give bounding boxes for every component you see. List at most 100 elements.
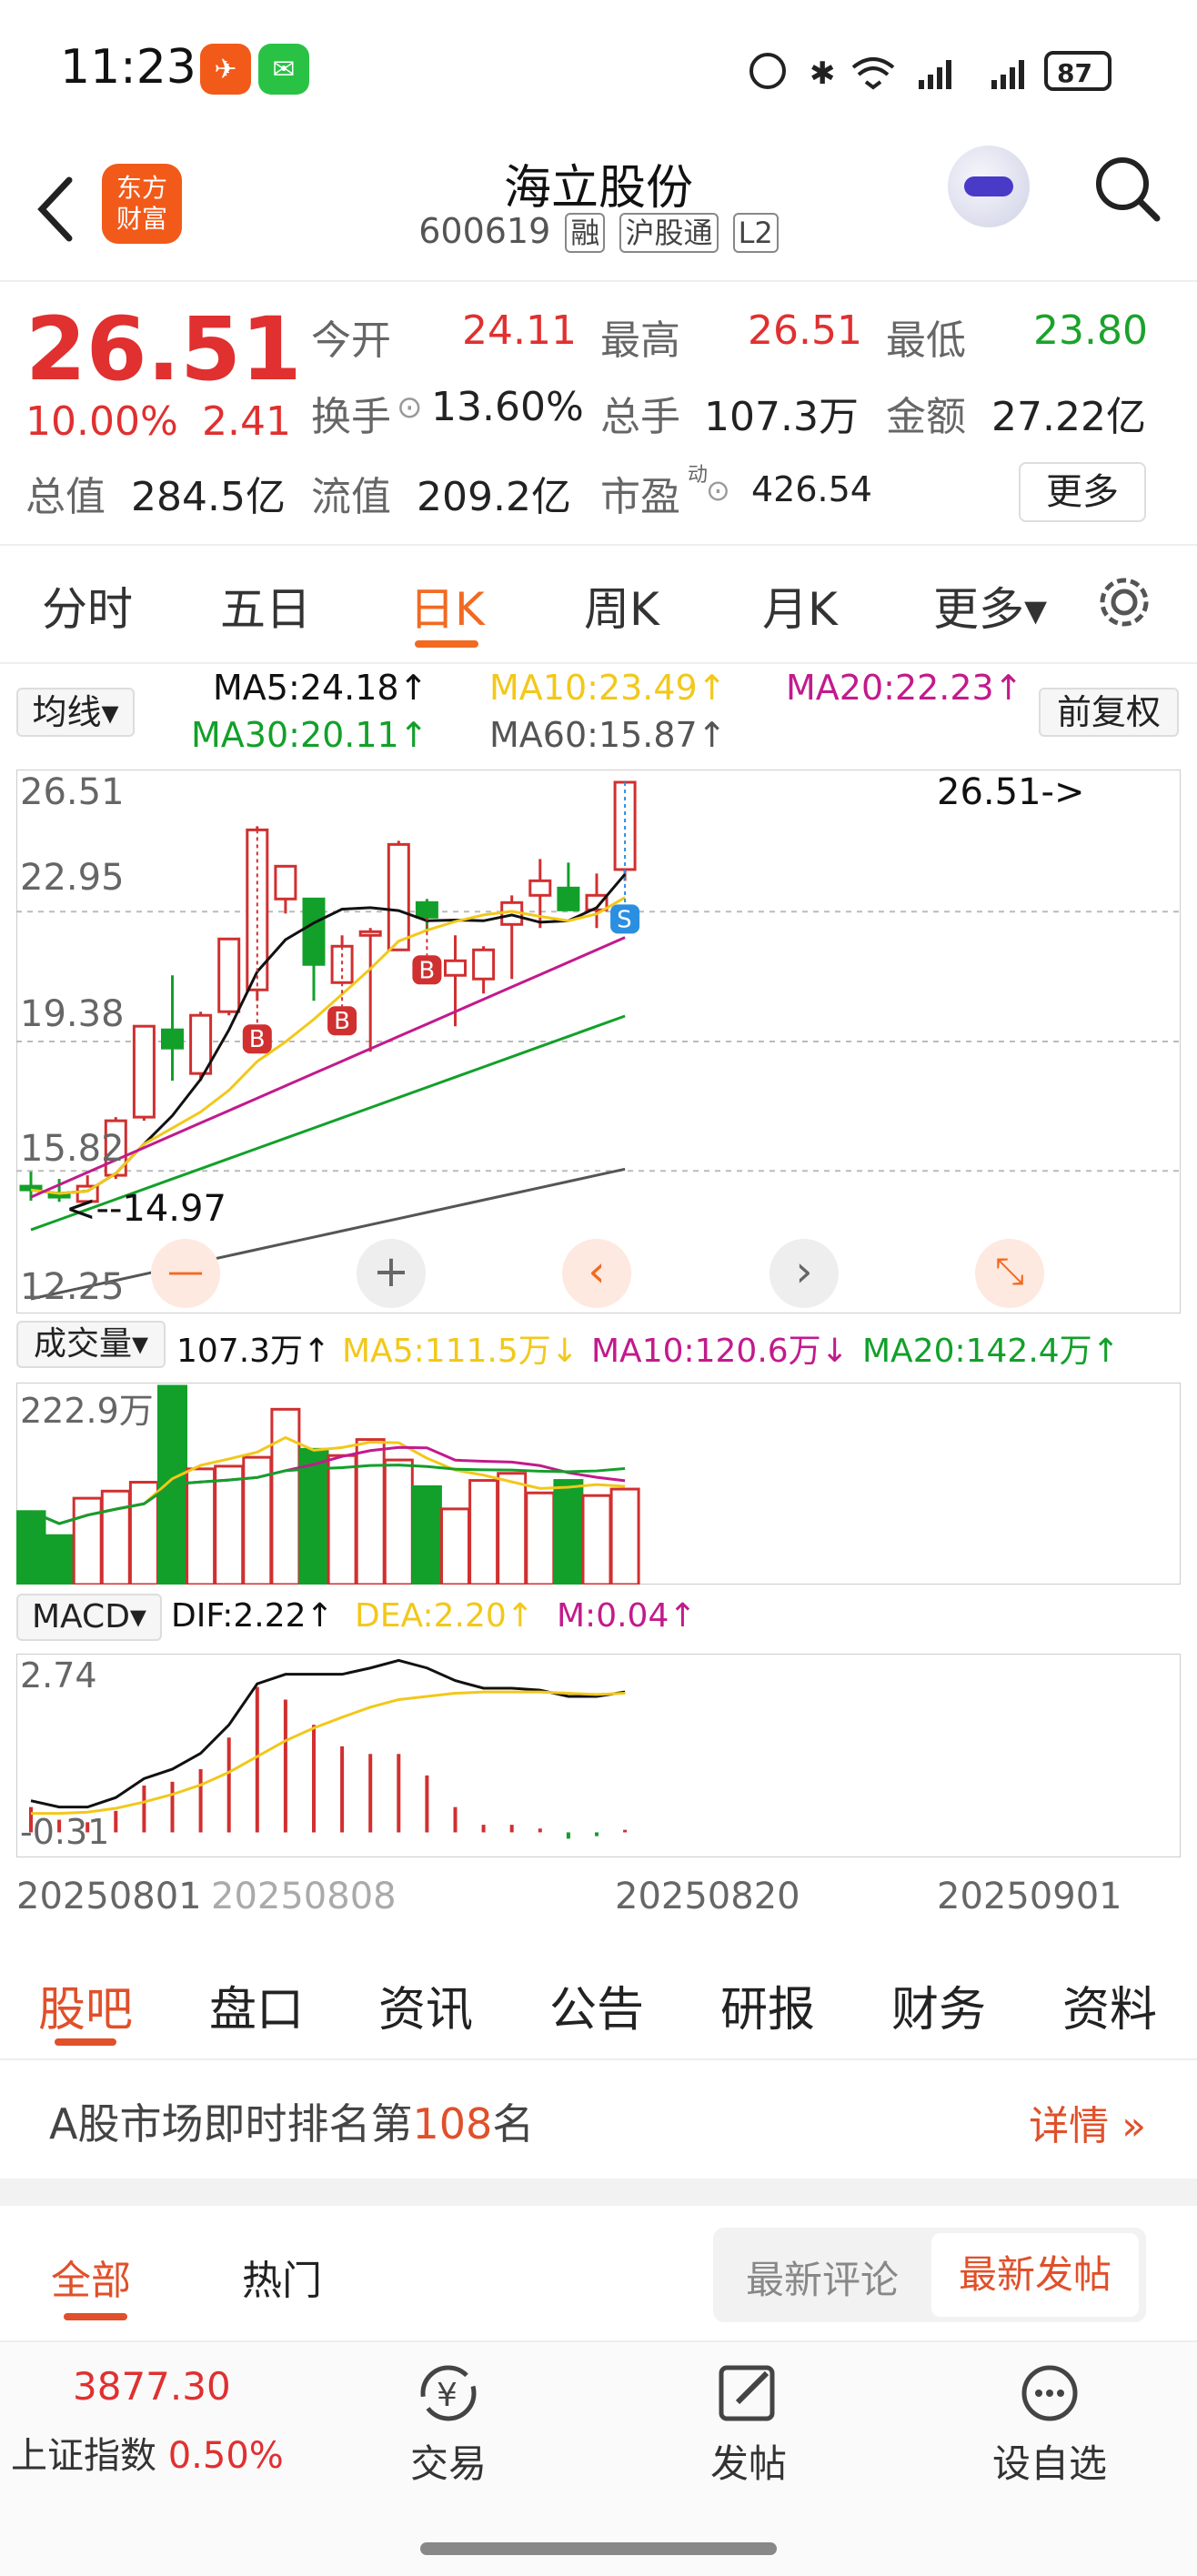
rank-detail-link[interactable]: 详情 » [1029, 2093, 1146, 2151]
candle-body [274, 864, 297, 901]
feed-tab-hot[interactable]: 热门 [242, 2248, 322, 2306]
kline-plot[interactable]: B B B S [16, 770, 1181, 1313]
trade-button[interactable]: ¥ 交易 [398, 2360, 498, 2489]
tab-announcements[interactable]: 公告 [549, 1971, 644, 2039]
trade-mark-label: B [249, 1026, 266, 1053]
tab-minute[interactable]: 分时 [42, 573, 133, 639]
robot-assistant-icon[interactable] [948, 146, 1030, 227]
candle-body [472, 948, 496, 981]
tab-finance[interactable]: 财务 [891, 1971, 986, 2039]
ma-dropdown[interactable]: 均线▾ [16, 688, 135, 737]
m-label: M:0.04↑ [557, 1597, 697, 1635]
last-price: 26.51 [25, 298, 302, 400]
candle-body [132, 1024, 156, 1119]
kline-chart-area: 均线▾ MA5:24.18↑ MA10:23.49↑ MA20:22.23↑ M… [0, 664, 1197, 1951]
volume-bar [581, 1494, 612, 1585]
pan-left-button[interactable]: ‹ [562, 1239, 631, 1308]
trade-mark-label: B [418, 957, 435, 984]
volume-plot[interactable] [16, 1383, 1181, 1585]
tab-monthly-k[interactable]: 月K [762, 573, 838, 639]
more-dots-icon [1021, 2365, 1078, 2421]
pe-label: 市盈 [600, 474, 680, 520]
pan-right-button[interactable]: › [770, 1239, 839, 1308]
info-icon[interactable]: ⊙ [706, 473, 730, 508]
y-tick-2: 19.38 [20, 993, 125, 1035]
dif-label: DIF:2.22↑ [171, 1597, 334, 1635]
change-percent: 10.00% [25, 398, 178, 445]
active-tab-indicator [415, 640, 478, 648]
vol-ma20-label: MA20:142.4万↑ [862, 1333, 1120, 1370]
section-divider [0, 2179, 1197, 2206]
info-icon[interactable]: ⊙ [397, 389, 423, 426]
volume-bar [609, 1487, 640, 1585]
index-value: 3877.30 [73, 2364, 231, 2409]
zoom-in-button[interactable]: + [357, 1239, 426, 1308]
index-line[interactable]: 上证指数 0.50% [11, 2426, 284, 2479]
tab-daily-k[interactable]: 日K [409, 573, 485, 639]
candle-body [358, 930, 382, 937]
candle-body [387, 842, 410, 951]
turnover-value: 13.60% [431, 384, 584, 430]
stock-header: 东方 财富 海立股份 600619 融 沪股通 L2 [0, 136, 1197, 282]
x-date-3: 20250901 [937, 1876, 1122, 1917]
volume-value-label: 107.3万↑ [176, 1333, 331, 1370]
tab-profile[interactable]: 资料 [1062, 1971, 1157, 2039]
tab-five-day[interactable]: 五日 [220, 573, 311, 639]
edit-icon [719, 2365, 775, 2421]
tag-margin: 融 [565, 213, 606, 253]
stock-code-line: 600619 融 沪股通 L2 [0, 211, 1197, 253]
svg-text:¥: ¥ [437, 2377, 458, 2414]
add-watchlist-button[interactable]: 设自选 [986, 2360, 1113, 2489]
volume-bar [186, 1467, 216, 1585]
alarm-icon [749, 53, 786, 89]
tab-forum[interactable]: 股吧 [38, 1971, 133, 2039]
ma30-label: MA30:20.11↑ [191, 715, 428, 755]
sort-latest-post[interactable]: 最新发帖 [931, 2233, 1139, 2317]
gear-icon[interactable] [1095, 573, 1153, 631]
fullscreen-icon[interactable]: ⤡ [975, 1239, 1044, 1308]
ma60-label: MA60:15.87↑ [489, 715, 727, 755]
x-date-1: 20250808 [211, 1876, 397, 1917]
macd-frame [16, 1654, 1181, 1857]
volume-label: 总手 [600, 394, 680, 440]
tab-news[interactable]: 资讯 [378, 1971, 473, 2039]
y-tick-3: 15.82 [20, 1128, 125, 1170]
rank-text: A股市场即时排名第108名 [49, 2099, 535, 2148]
turnover-label: 换手 [311, 394, 391, 440]
more-button[interactable]: 更多 [1019, 462, 1146, 522]
tab-more[interactable]: 更多▾ [933, 573, 1047, 639]
sort-latest-comment[interactable]: 最新评论 [746, 2249, 899, 2305]
candle-body [161, 1028, 184, 1050]
pe-value: 426.54 [751, 469, 872, 509]
tab-weekly-k[interactable]: 周K [584, 573, 659, 639]
period-tabs: 分时 五日 日K 周K 月K 更多▾ [0, 546, 1197, 664]
volume-dropdown[interactable]: 成交量▾ [16, 1321, 166, 1368]
volume-bar [553, 1479, 584, 1585]
tab-orderbook[interactable]: 盘口 [209, 1971, 304, 2039]
zoom-out-button[interactable]: — [151, 1239, 220, 1308]
vol-ma10-label: MA10:120.6万↓ [591, 1333, 849, 1370]
notification-app-icon: ✈ [200, 44, 251, 95]
search-icon[interactable] [1091, 153, 1164, 226]
min-price-annotation: <--14.97 [65, 1188, 226, 1230]
dea-label: DEA:2.20↑ [355, 1597, 534, 1635]
high-label: 最高 [600, 317, 680, 364]
post-button[interactable]: 发帖 [699, 2360, 799, 2489]
adjust-button[interactable]: 前复权 [1039, 688, 1179, 737]
volume-bar [44, 1534, 75, 1585]
market-cap-value: 284.5亿 [131, 474, 286, 520]
volume-value: 107.3万 [704, 394, 859, 440]
rank-banner[interactable]: A股市场即时排名第108名 详情 » [0, 2060, 1197, 2179]
tab-research[interactable]: 研报 [720, 1971, 815, 2039]
volume-bar [100, 1489, 131, 1585]
candle-body [415, 901, 438, 919]
ma5-label: MA5:24.18↑ [213, 668, 428, 708]
macd-dropdown[interactable]: MACD▾ [16, 1594, 162, 1641]
x-date-0: 20250801 [16, 1876, 202, 1917]
candle-body [444, 959, 467, 977]
macd-plot[interactable] [16, 1654, 1181, 1857]
candle-body [528, 879, 552, 897]
market-cap-label: 总值 [25, 474, 106, 520]
volume-bar [468, 1479, 499, 1585]
feed-tab-all[interactable]: 全部 [51, 2248, 131, 2306]
